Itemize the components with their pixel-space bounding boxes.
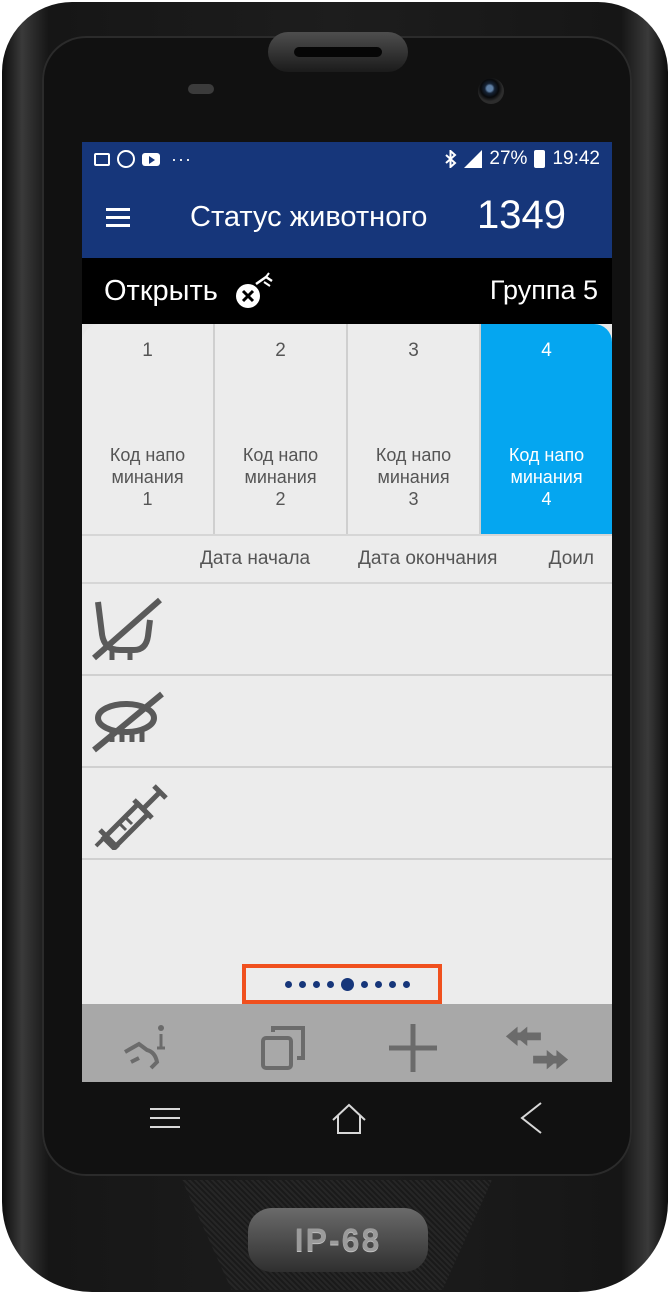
tab-number: 1	[142, 340, 153, 361]
more-notifications-icon: ···	[171, 148, 192, 169]
tab-label: Код напо минания 1	[109, 445, 186, 509]
tab-reminder-2[interactable]: 2 Код напо минания 2	[215, 324, 348, 534]
column-milking: Доил	[548, 548, 594, 569]
home-icon[interactable]	[330, 1102, 368, 1136]
app-bar: Статус животного 1349	[82, 176, 612, 258]
tab-reminder-4[interactable]: 4 Код напо минания 4	[481, 324, 612, 534]
syringe-icon	[94, 784, 168, 850]
transfer-icon	[505, 1026, 569, 1070]
front-camera	[478, 78, 504, 104]
copy-icon	[261, 1026, 305, 1070]
clock: 19:42	[552, 148, 600, 169]
gallery-icon	[94, 152, 110, 166]
tab-label: Код напо минания 4	[508, 445, 585, 509]
add-icon	[389, 1024, 437, 1072]
table-row[interactable]	[82, 676, 612, 768]
tab-number: 3	[408, 340, 419, 361]
signal-icon	[464, 150, 483, 168]
ip-rating-badge: IP-68	[248, 1208, 428, 1272]
table-row[interactable]	[82, 584, 612, 676]
battery-percent: 27%	[489, 148, 528, 169]
tab-reminder-1[interactable]: 1 Код напо минания 1	[82, 324, 215, 534]
proximity-sensor	[188, 84, 214, 94]
reminder-tabs: 1 Код напо минания 1 2 Код напо минания 2 3 …	[82, 324, 612, 534]
status-bar: ··· 27% 19:42	[82, 142, 612, 176]
bottom-toolbar	[82, 1004, 612, 1082]
no-feeding-icon	[92, 691, 164, 753]
table-header: Дата начала Дата окончания Доил	[82, 534, 612, 584]
animal-number: 1349	[477, 193, 566, 237]
highlight-box	[242, 964, 442, 1004]
tab-number: 4	[541, 340, 552, 361]
android-nav-bar	[82, 1082, 612, 1174]
transfer-button[interactable]	[502, 1018, 572, 1078]
column-end-date: Дата окончания	[358, 548, 498, 569]
tab-reminder-3[interactable]: 3 Код напо минания 3	[348, 324, 481, 534]
open-button[interactable]: Открыть	[104, 275, 218, 308]
tab-label: Код напо минания 3	[375, 445, 452, 509]
table-empty-area	[82, 860, 612, 964]
back-icon[interactable]	[518, 1100, 544, 1136]
app-circle-icon	[117, 150, 135, 168]
table-row[interactable]	[82, 768, 612, 860]
bluetooth-icon	[445, 150, 457, 168]
group-label: Группа 5	[489, 275, 598, 305]
hamburger-menu-icon[interactable]	[106, 208, 130, 227]
copy-button[interactable]	[248, 1018, 318, 1078]
animal-info-button[interactable]	[112, 1018, 182, 1078]
youtube-icon	[142, 152, 160, 166]
page-title: Статус животного	[190, 201, 428, 233]
app-screen: ··· 27% 19:42 Статус животного 1349 Откр…	[82, 142, 612, 1082]
earpiece-speaker	[268, 32, 408, 72]
tab-number: 2	[275, 340, 286, 361]
animal-info-icon	[124, 1025, 165, 1070]
cancel-injection-icon[interactable]	[234, 272, 278, 310]
menu-icon[interactable]	[148, 1106, 182, 1130]
tab-label: Код напо минания 2	[242, 445, 319, 509]
page-indicator[interactable]	[82, 964, 612, 1004]
no-milking-icon	[92, 597, 162, 661]
battery-icon	[534, 150, 546, 168]
add-button[interactable]	[378, 1018, 448, 1078]
open-bar: Открыть Группа 5	[82, 258, 612, 324]
column-start-date: Дата начала	[200, 548, 311, 569]
